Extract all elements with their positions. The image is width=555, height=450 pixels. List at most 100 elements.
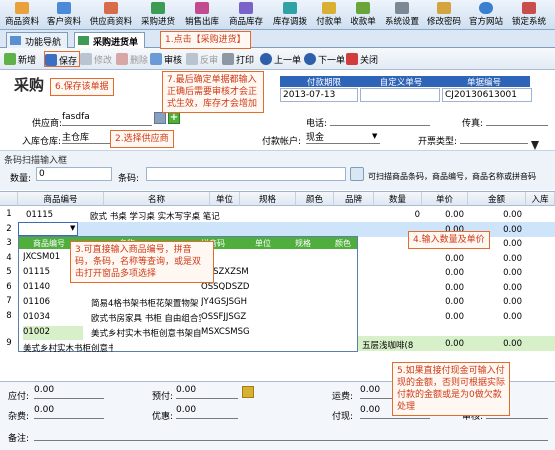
col-spec[interactable]: 规格: [240, 192, 296, 206]
list-item-name[interactable]: 美式乡村实木书柜创意书架自由组合: [23, 341, 113, 355]
invoice-type-select[interactable]: [460, 130, 528, 144]
nav-icon: [10, 36, 21, 45]
table-row-price[interactable]: 0.00: [430, 296, 464, 310]
list-item-code[interactable]: 01034: [23, 311, 83, 325]
list-item-name[interactable]: 简易4格书架书柜花架置物架: [91, 296, 201, 310]
phone-field[interactable]: [330, 112, 430, 126]
callout-step7: 7.最后确定单据都输入正确后需要审核才会正式生效，库存才会增加: [162, 71, 264, 113]
menu-goods[interactable]: 商品资料: [2, 0, 42, 30]
table-row-price[interactable]: 0.00: [430, 311, 464, 325]
table-row-amount[interactable]: 0.00: [486, 238, 522, 252]
scan-qty-field[interactable]: 0: [36, 167, 112, 181]
list-item-py[interactable]: JY4GSJSGH: [201, 296, 255, 310]
scan-barcode-field[interactable]: [146, 167, 346, 181]
col-qty[interactable]: 数量: [374, 192, 422, 206]
table-row-price[interactable]: 0.00: [430, 267, 464, 281]
account-chevron-icon[interactable]: ▼: [372, 132, 377, 140]
fax-field[interactable]: [486, 112, 548, 126]
list-item-name[interactable]: 美式乡村实木书柜创意书架自由组: [91, 326, 201, 340]
table-row-amount[interactable]: 0.00: [486, 296, 522, 310]
remark-label: 备注:: [8, 434, 30, 444]
menu-receipt[interactable]: 收款单: [346, 0, 380, 30]
list-item-py[interactable]: MSXCSMSG: [201, 326, 255, 340]
callout-step1: 1.点击【采购进货】: [160, 31, 251, 49]
table-row-amount[interactable]: 0.00: [486, 338, 522, 352]
add-supplier-icon[interactable]: +: [168, 112, 180, 124]
audit-icon: [150, 53, 162, 65]
save-button[interactable]: 保存: [44, 51, 81, 67]
col-name[interactable]: 名称: [104, 192, 210, 206]
supplier-field[interactable]: fasdfa: [62, 112, 152, 126]
menu-settings[interactable]: 系统设置: [382, 0, 422, 30]
bill-no-field[interactable]: CJ20130613001: [442, 88, 532, 102]
supplier-picker-icon[interactable]: [154, 112, 166, 124]
col-code[interactable]: 商品编号: [18, 192, 104, 206]
menu-stock[interactable]: 商品库存: [226, 0, 266, 30]
custom-no-field[interactable]: [360, 88, 440, 102]
menu-password[interactable]: 修改密码: [424, 0, 464, 30]
account-select[interactable]: 现金: [306, 130, 380, 144]
new-button[interactable]: 新增: [4, 51, 36, 67]
col-instock[interactable]: 入库: [526, 192, 555, 206]
menu-customers[interactable]: 客户资料: [44, 0, 84, 30]
tab-purchase-bill[interactable]: 采购进货单: [74, 32, 146, 48]
menu-suppliers[interactable]: 供应商资料: [88, 0, 134, 30]
table-row-price[interactable]: 0.00: [430, 338, 464, 352]
col-unit[interactable]: 单位: [210, 192, 240, 206]
delete-button[interactable]: 删除: [116, 51, 148, 67]
table-row-price[interactable]: 0.00: [430, 209, 464, 223]
table-row-amount[interactable]: 0.00: [486, 224, 522, 238]
new-icon: [4, 53, 16, 65]
discount-field[interactable]: 0.00: [176, 405, 238, 419]
edit-button[interactable]: 修改: [80, 51, 112, 67]
menu-purchase[interactable]: 采购进货: [138, 0, 178, 30]
item-code-input[interactable]: [18, 222, 78, 236]
col-price[interactable]: 单价: [422, 192, 468, 206]
menu-website[interactable]: 官方网站: [466, 0, 506, 30]
list-item-code[interactable]: 01002: [23, 326, 83, 340]
sales-icon: [195, 2, 209, 14]
table-row-qty[interactable]: 0: [400, 209, 420, 223]
transfer-icon: [283, 2, 297, 14]
list-item-code[interactable]: 01140: [23, 281, 83, 295]
table-row-amount[interactable]: 0.00: [486, 253, 522, 267]
misc-field[interactable]: 0.00: [34, 405, 104, 419]
table-row-price[interactable]: 0.00: [430, 282, 464, 296]
list-item-py[interactable]: OSSQDSZD: [201, 281, 255, 295]
menu-transfer[interactable]: 库存调拨: [270, 0, 310, 30]
main-menu-bar: 商品资料 客户资料 供应商资料 采购进货 销售出库 商品库存 库存调拨 付款单 …: [0, 0, 555, 30]
list-item-code[interactable]: 01106: [23, 296, 83, 310]
scan-section-title: 条码扫描输入框: [4, 156, 68, 166]
close-button[interactable]: 关闭: [346, 51, 378, 67]
next-button[interactable]: 下一单: [304, 51, 345, 67]
search-icon[interactable]: [350, 167, 364, 181]
item-dropdown-chevron-icon[interactable]: ▼: [70, 224, 75, 232]
menu-lock[interactable]: 锁定系统: [509, 0, 549, 30]
unaudit-button[interactable]: 反审: [186, 51, 218, 67]
table-row-amount[interactable]: 0.00: [486, 282, 522, 296]
list-item-py[interactable]: OSSFJJSGZ: [201, 311, 255, 325]
calculator-icon[interactable]: [242, 386, 254, 398]
table-row-amount[interactable]: 0.00: [486, 267, 522, 281]
menu-payment[interactable]: 付款单: [312, 0, 346, 30]
menu-sales[interactable]: 销售出库: [182, 0, 222, 30]
col-amount[interactable]: 金额: [468, 192, 526, 206]
row-number: 5: [6, 267, 12, 277]
pay-date-field[interactable]: 2013-07-13: [280, 88, 358, 102]
table-row-amount[interactable]: 0.00: [486, 311, 522, 325]
account-label: 付款帐户:: [262, 137, 302, 147]
brand-cell[interactable]: 五层浅咖啡(8: [362, 338, 422, 352]
table-row-amount[interactable]: 0.00: [486, 209, 522, 223]
table-row-price[interactable]: 0.00: [430, 253, 464, 267]
tab-navigation[interactable]: 功能导航: [6, 32, 69, 48]
print-button[interactable]: 打印: [222, 51, 254, 67]
prepay-field[interactable]: 0.00: [176, 385, 238, 399]
col-color[interactable]: 颜色: [296, 192, 334, 206]
audit-button[interactable]: 审核: [150, 51, 182, 67]
prev-button[interactable]: 上一单: [260, 51, 301, 67]
remark-field[interactable]: [34, 427, 548, 441]
supplier-label: 供应商:: [32, 119, 63, 129]
col-brand[interactable]: 品牌: [334, 192, 374, 206]
list-item-name[interactable]: 欧式书房家具 书柜 自由组合实: [91, 311, 201, 325]
table-row-name[interactable]: 欧式 书桌 学习桌 实木写字桌 笔记: [90, 209, 220, 223]
